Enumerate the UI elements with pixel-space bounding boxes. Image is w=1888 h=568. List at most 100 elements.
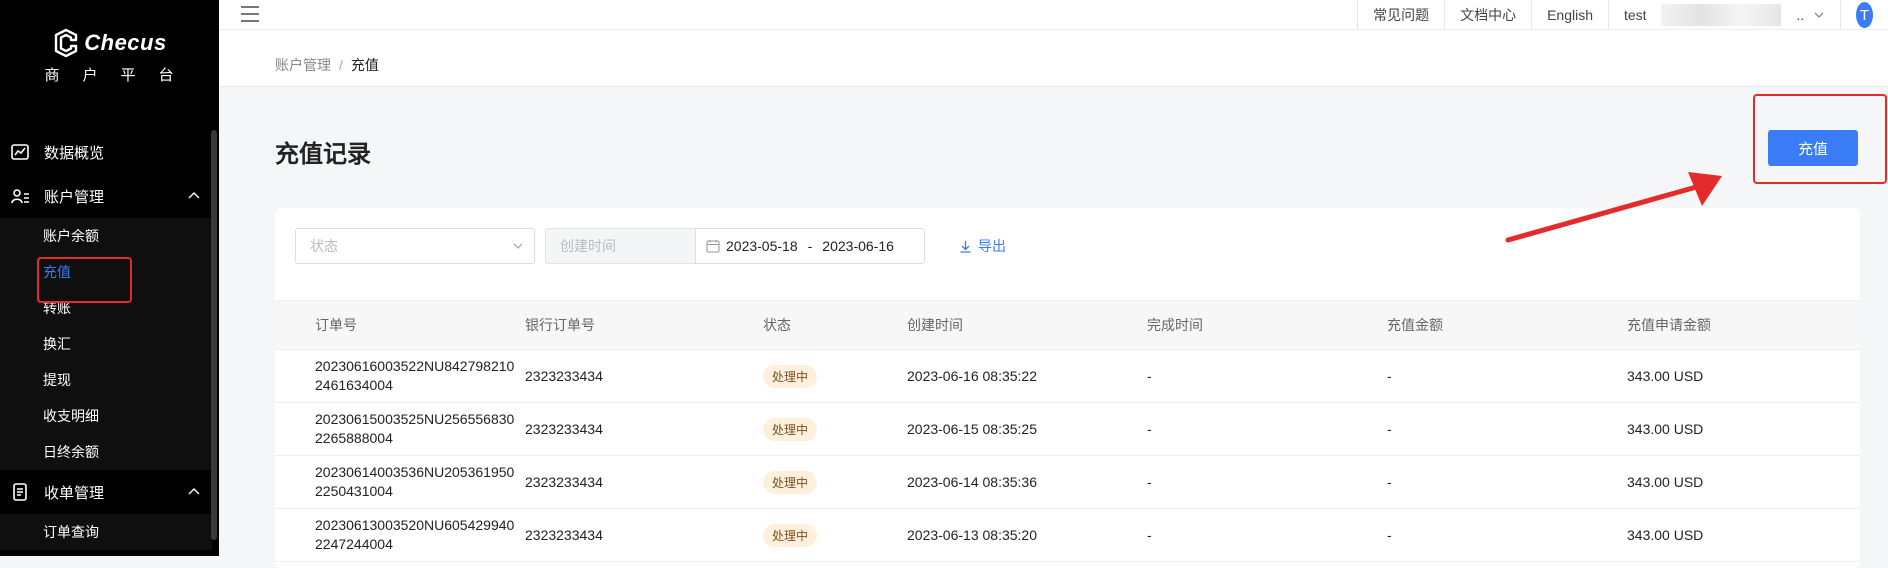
status-badge: 处理中 [763,523,818,547]
submenu-acquiring: 订单查询 [0,514,212,550]
menu-group-label: 账户管理 [44,188,105,206]
cell-order-no: 20230613003520NU6054299402247244004 [315,517,515,552]
cell-bank-order: 2323233434 [525,368,603,384]
cell-completed: - [1147,474,1152,490]
user-name-suffix: .. [1796,7,1805,23]
filter-row: 状态 创建时间 2023-05-18 - 2023-06-16 导出 [295,228,1006,264]
date-range-picker[interactable]: 2023-05-18 - 2023-06-16 [695,228,925,264]
breadcrumb-bar: 账户管理 / 充值 [219,30,1888,87]
sidebar-item-exchange[interactable]: 换汇 [0,326,212,362]
faq-link[interactable]: 常见问题 [1357,0,1444,30]
breadcrumb-current: 充值 [350,57,379,73]
header-created: 创建时间 [907,317,963,333]
cell-amount: - [1387,368,1392,384]
export-button[interactable]: 导出 [959,236,1006,256]
cell-order-no: 20230614003536NU2053619502250431004 [315,464,515,499]
cell-status: 处理中 [763,364,907,388]
sidebar-menu: 数据概览 账户管理 账户余额 充值 转账 换汇 提现 收支明细 日终余额 收单管… [0,130,212,550]
annotation-arrow-icon [1505,172,1722,243]
language-switch[interactable]: English [1531,0,1608,30]
date-end: 2023-06-16 [822,238,894,254]
document-icon [13,483,27,501]
hamburger-menu-icon[interactable] [241,6,259,22]
cell-apply-amount: 343.00 USD [1627,421,1704,437]
cell-status: 处理中 [763,470,907,494]
chevron-down-icon [513,243,523,249]
logo-subtitle: 商户平台 [44,67,197,84]
cell-bank-order: 2323233434 [525,474,603,490]
user-menu[interactable]: test .. [1608,0,1840,30]
cell-created: 2023-06-13 08:35:20 [907,527,1037,543]
breadcrumb: 账户管理 / 充值 [275,55,379,75]
status-badge: 处理中 [763,470,818,494]
cell-created: 2023-06-14 08:35:36 [907,474,1037,490]
breadcrumb-parent[interactable]: 账户管理 [275,57,331,73]
download-icon [960,240,971,253]
cell-completed: - [1147,421,1152,437]
highlight-box-menu [37,257,132,303]
avatar-letter: T [1856,2,1873,28]
breadcrumb-separator: / [339,57,343,73]
user-name-prefix: test [1624,7,1647,23]
status-select-placeholder: 状态 [310,238,338,254]
account-icon [11,189,29,204]
menu-group-label: 数据概览 [44,144,105,162]
logo: Checus 商户平台 [0,28,219,85]
records-card: 状态 创建时间 2023-05-18 - 2023-06-16 导出 订单号 银… [275,208,1860,568]
header-apply-amount: 充值申请金额 [1627,317,1711,333]
cell-amount: - [1387,527,1392,543]
calendar-icon [706,240,720,253]
cell-status: 处理中 [763,417,907,441]
chevron-up-icon [188,488,200,495]
cell-status: 处理中 [763,523,907,547]
export-label: 导出 [978,238,1006,254]
cell-amount: - [1387,421,1392,437]
avatar[interactable]: T [1840,0,1888,30]
cell-order-no: 20230616003522NU8427982102461634004 [315,358,515,393]
status-select[interactable]: 状态 [295,228,535,264]
chevron-up-icon [188,192,200,199]
sidebar-item-statement[interactable]: 收支明细 [0,398,212,434]
menu-group-account[interactable]: 账户管理 [0,174,212,218]
user-name-blurred [1661,4,1782,26]
cell-order-no: 20230615003525NU2565568302265888004 [315,411,515,446]
header-order-no: 订单号 [315,316,357,333]
cell-created: 2023-06-15 08:35:25 [907,421,1037,437]
cell-apply-amount: 343.00 USD [1627,527,1704,543]
date-separator: - [807,238,813,254]
menu-group-overview[interactable]: 数据概览 [0,130,212,174]
header-amount: 充值金额 [1387,317,1443,333]
highlight-box-button [1753,94,1887,184]
table-header: 订单号 银行订单号 状态 创建时间 完成时间 充值金额 充值申请金额 [275,300,1860,350]
topbar: 常见问题 文档中心 English test .. T [219,0,1888,30]
header-completed: 完成时间 [1147,317,1203,333]
table-row: 20230615003525NU2565568302265888004 2323… [275,403,1860,456]
sidebar-item-withdraw[interactable]: 提现 [0,362,212,398]
cell-apply-amount: 343.00 USD [1627,474,1704,490]
date-start: 2023-05-18 [726,238,798,254]
sidebar-item-balance[interactable]: 账户余额 [0,218,212,254]
page-title: 充值记录 [275,141,371,168]
submenu-account: 账户余额 充值 转账 换汇 提现 收支明细 日终余额 [0,218,212,470]
table-row: 20230616003522NU8427982102461634004 2323… [275,350,1860,403]
top-links: 常见问题 文档中心 English test .. T [1357,0,1888,30]
menu-group-acquiring[interactable]: 收单管理 [0,470,212,514]
menu-group-label: 收单管理 [44,484,105,502]
chart-icon [11,144,29,160]
cell-apply-amount: 343.00 USD [1627,368,1704,384]
table-row: 20230613003520NU6054299402247244004 2323… [275,509,1860,562]
cell-created: 2023-06-16 08:35:22 [907,368,1037,384]
cell-completed: - [1147,527,1152,543]
header-status: 状态 [763,317,791,333]
cell-bank-order: 2323233434 [525,421,603,437]
status-badge: 处理中 [763,364,818,388]
sidebar-item-order-query[interactable]: 订单查询 [0,514,212,550]
logo-text: Checus [84,30,167,55]
status-badge: 处理中 [763,417,818,441]
sidebar-scrollbar[interactable] [211,130,217,540]
sidebar-item-daily-balance[interactable]: 日终余额 [0,434,212,470]
cell-completed: - [1147,368,1152,384]
checus-logo-icon [55,28,78,58]
docs-link[interactable]: 文档中心 [1444,0,1531,30]
date-filter-label: 创建时间 [545,228,695,264]
